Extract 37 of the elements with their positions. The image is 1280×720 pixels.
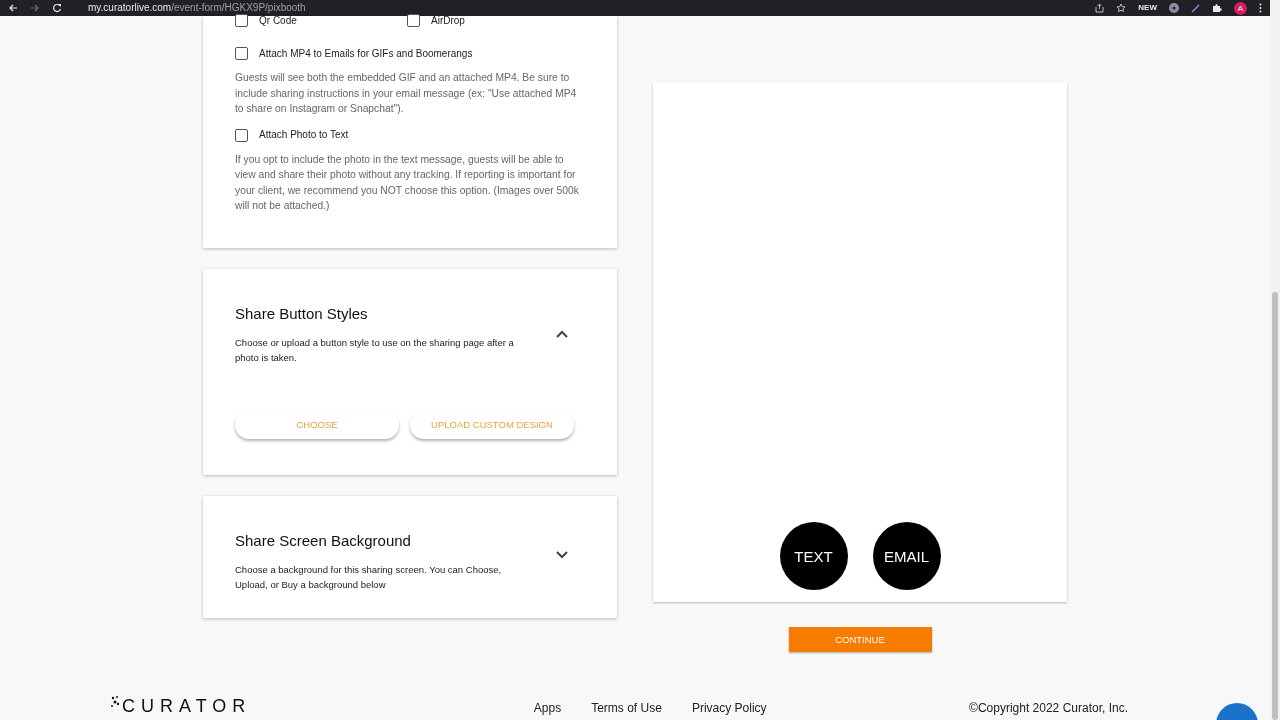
- logo-dots-icon: [110, 695, 120, 709]
- checkbox[interactable]: [235, 128, 248, 142]
- footer-link[interactable]: Terms of Use: [591, 701, 662, 715]
- checkbox[interactable]: [407, 14, 420, 27]
- chevron-down-icon[interactable]: [555, 549, 569, 560]
- curator-logo[interactable]: CURATOR: [122, 697, 252, 715]
- option-description: If you opt to include the photo in the text message, guests will be able to view and share their photo without any tracking. If reporting is important for your client, we recommend you NOT choose this option. (Images over 500k will not be attached.): [235, 152, 580, 213]
- checkbox[interactable]: [235, 47, 248, 60]
- chevron-up-icon[interactable]: [555, 328, 569, 339]
- footer-link[interactable]: Privacy Policy: [691, 701, 767, 715]
- round-share-button[interactable]: EMAIL: [872, 522, 941, 590]
- section-description: Choose or upload a button style to use on the sharing page after a photo is taken.: [235, 335, 515, 365]
- checkbox-option[interactable]: Attach Photo to Text: [235, 128, 585, 142]
- forward-icon[interactable]: [30, 3, 40, 13]
- section-title: Share Screen Background: [235, 531, 412, 549]
- disc-icon[interactable]: [1169, 3, 1179, 13]
- puzzle-icon[interactable]: [1212, 3, 1222, 13]
- share-icon[interactable]: [1095, 3, 1105, 13]
- back-icon[interactable]: [8, 3, 18, 13]
- round-share-button[interactable]: TEXT: [779, 522, 848, 590]
- extension-badge[interactable]: NEW: [1138, 3, 1157, 13]
- checkbox-option[interactable]: Attach MP4 to Emails for GIFs and Boomerangs: [235, 47, 585, 60]
- checkbox-option[interactable]: Qr Code: [235, 14, 407, 27]
- scrollbar-thumb[interactable]: [1272, 292, 1278, 720]
- checkbox[interactable]: [235, 14, 248, 27]
- checkbox-option[interactable]: AirDrop: [407, 14, 579, 27]
- option-description: Guests will see both the embedded GIF and an attached MP4. Be sure to include sharing instructions in your email message (ex: "Use attached MP4 to share on Instagram or Snapchat").: [235, 71, 578, 116]
- section-description: Choose a background for this sharing screen. You can Choose, Upload, or Buy a background below: [235, 562, 503, 592]
- footer-link[interactable]: Apps: [533, 701, 562, 715]
- star-icon[interactable]: [1116, 3, 1127, 13]
- address-bar-url[interactable]: my.curatorlive.com/event-form/HGKX9P/pixbooth: [88, 3, 306, 13]
- reload-icon[interactable]: [52, 3, 62, 13]
- menu-icon[interactable]: [1259, 3, 1262, 13]
- copyright-text: ©Copyright 2022 Curator, Inc.: [969, 701, 1128, 715]
- profile-avatar[interactable]: A: [1234, 1, 1247, 15]
- section-title: Share Button Styles: [235, 304, 369, 322]
- pen-icon[interactable]: [1191, 3, 1200, 13]
